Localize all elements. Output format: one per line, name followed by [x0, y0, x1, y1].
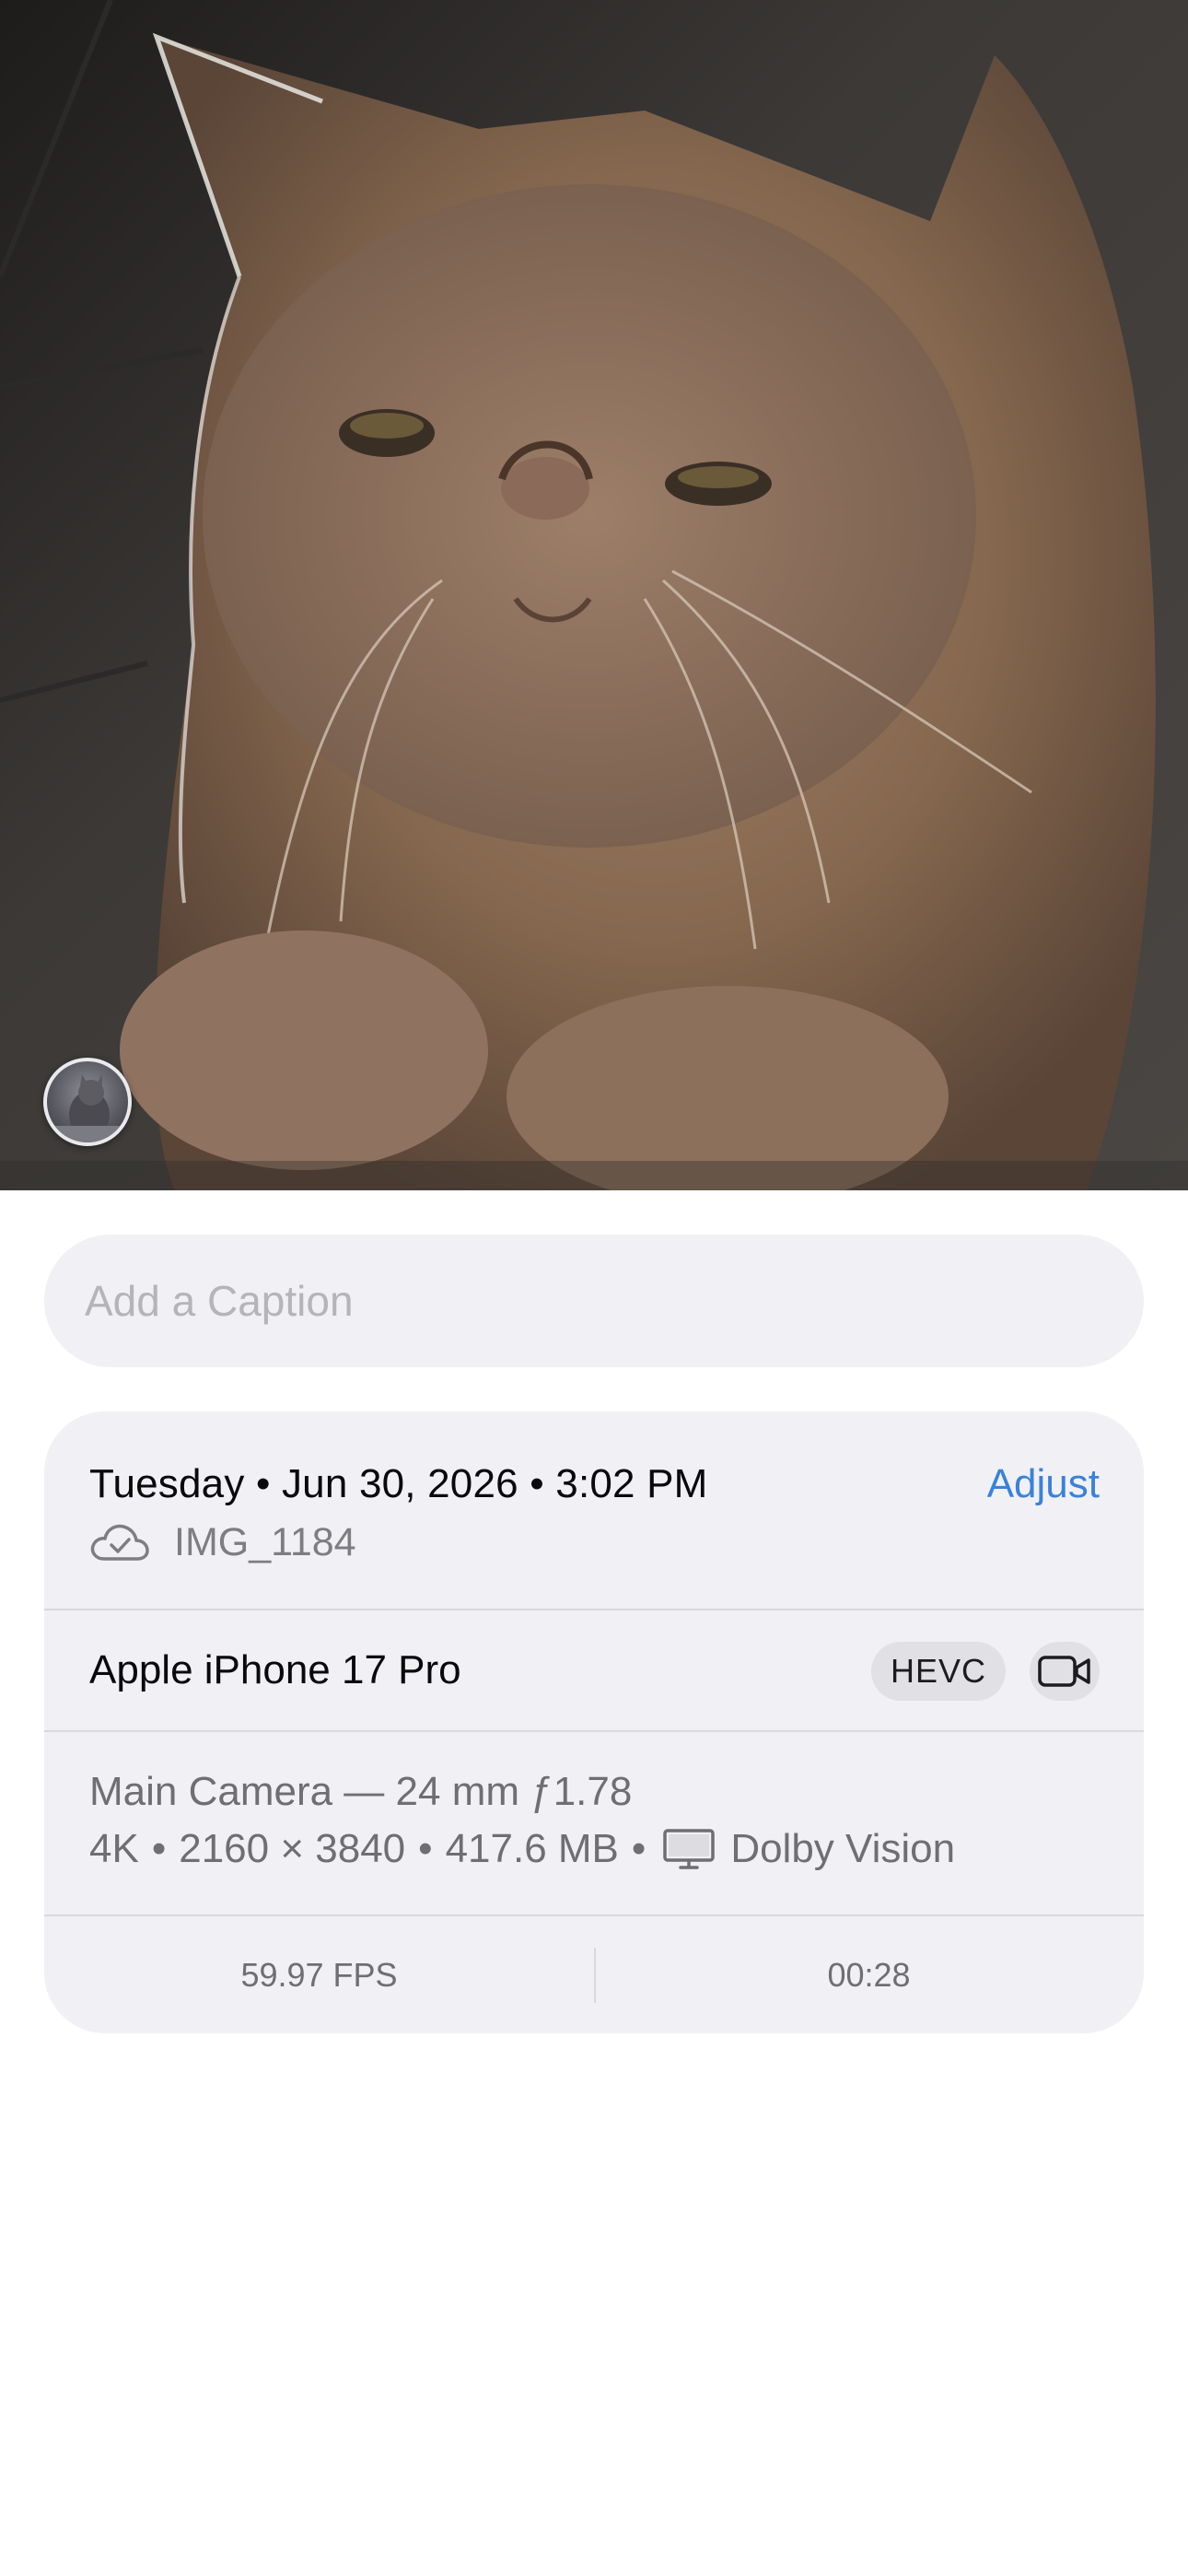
cat-thumbnail-icon — [47, 1074, 128, 1142]
cat-photo — [0, 0, 1188, 1190]
display-icon — [663, 1829, 716, 1869]
video-camera-icon — [1038, 1656, 1090, 1687]
info-card: Tuesday • Jun 30, 2026 • 3:02 PM Adjust … — [44, 1411, 1144, 2033]
resolution-label: 4K — [89, 1826, 139, 1871]
file-row: IMG_1184 — [89, 1515, 356, 1570]
adjust-button[interactable]: Adjust — [987, 1461, 1100, 1507]
stats-row: 59.97 FPS 00:28 — [44, 1916, 1144, 2033]
file-name: IMG_1184 — [174, 1519, 356, 1564]
dimensions: 2160 × 3840 — [179, 1826, 406, 1871]
camera-row: Main Camera — 24 mm ƒ1.78 4K • 2160 × 38… — [44, 1732, 1144, 1914]
device-row: Apple iPhone 17 Pro HEVC — [44, 1610, 1144, 1730]
photo-viewer[interactable] — [0, 0, 1188, 1190]
format-badge: HEVC — [871, 1642, 1006, 1701]
visual-lookup-subject-icon[interactable] — [43, 1058, 132, 1146]
duration: 00:28 — [827, 1956, 911, 1994]
device-name: Apple iPhone 17 Pro — [89, 1647, 461, 1692]
frame-rate: 59.97 FPS — [240, 1956, 398, 1994]
date-row: Tuesday • Jun 30, 2026 • 3:02 PM Adjust … — [44, 1411, 1144, 1609]
capture-datetime: Tuesday • Jun 30, 2026 • 3:02 PM — [89, 1461, 708, 1506]
lens-info: Main Camera — 24 mm ƒ1.78 — [89, 1769, 633, 1814]
video-badge — [1030, 1642, 1100, 1701]
video-specs: 4K • 2160 × 3840 • 417.6 MB • Dolby Visi… — [89, 1826, 956, 1871]
hdr-format: Dolby Vision — [730, 1826, 956, 1871]
icloud-check-icon — [90, 1524, 149, 1561]
caption-input[interactable] — [44, 1235, 1144, 1367]
file-size: 417.6 MB — [445, 1826, 619, 1871]
